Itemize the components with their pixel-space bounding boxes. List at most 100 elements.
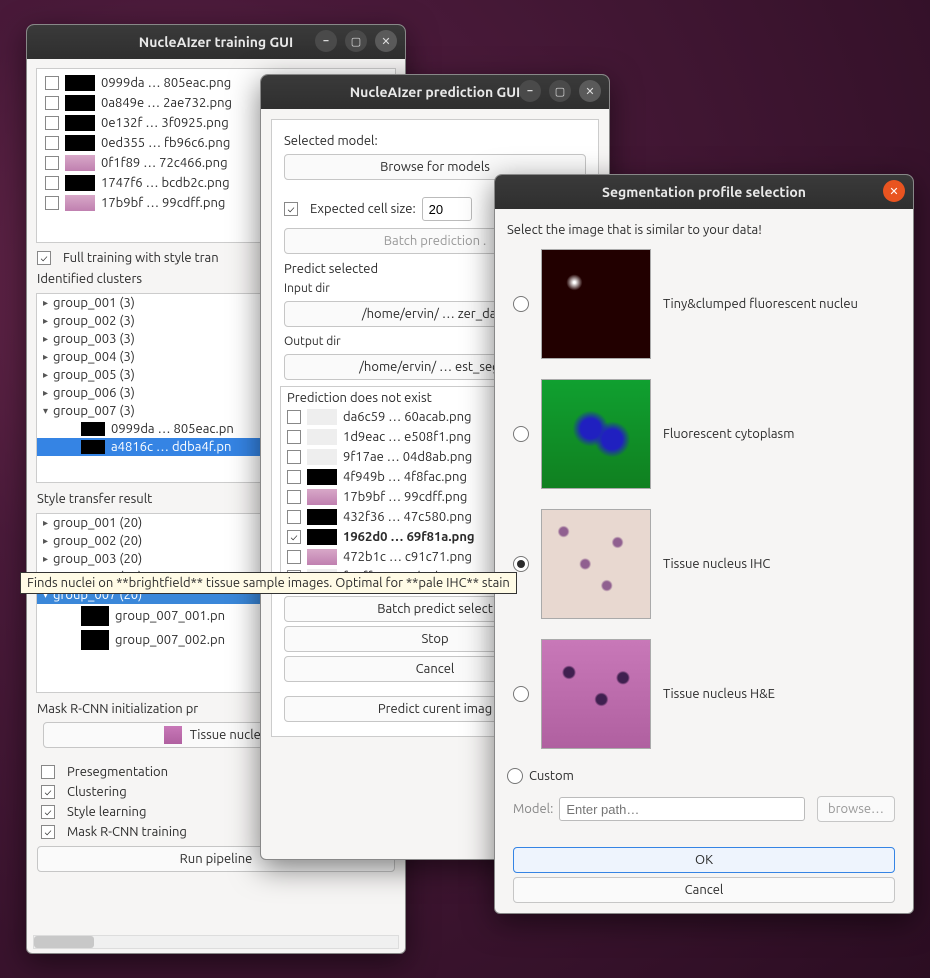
browse-model-button[interactable]: browse… bbox=[817, 796, 895, 822]
file-name: 0999da … 805eac.png bbox=[101, 76, 231, 90]
file-checkbox[interactable] bbox=[287, 530, 301, 544]
caret-icon[interactable]: ▸ bbox=[43, 535, 53, 547]
close-button[interactable]: ✕ bbox=[375, 30, 397, 52]
style-group-label: group_001 (20) bbox=[53, 516, 142, 530]
caret-icon[interactable]: ▾ bbox=[43, 405, 53, 417]
cluster-label: group_005 (3) bbox=[53, 368, 135, 382]
profile-label: Tissue nucleus IHC bbox=[663, 557, 770, 571]
profile-option-row[interactable]: Fluorescent cytoplasm bbox=[507, 375, 901, 505]
profile-label: Fluorescent cytoplasm bbox=[663, 427, 794, 441]
caret-icon[interactable]: ▸ bbox=[43, 297, 53, 309]
cluster-label: group_001 (3) bbox=[53, 296, 135, 310]
style-group-label: group_003 (20) bbox=[53, 552, 142, 566]
file-checkbox[interactable] bbox=[287, 490, 301, 504]
profile-label: Tiny&clumped fluorescent nucleu bbox=[663, 297, 858, 311]
profile-window: Segmentation profile selection ✕ Select … bbox=[494, 174, 914, 914]
option-label: Presegmentation bbox=[67, 765, 168, 779]
file-thumbnail bbox=[65, 155, 95, 171]
file-thumbnail bbox=[307, 409, 337, 425]
caret-icon[interactable]: ▸ bbox=[43, 553, 53, 565]
training-title: NucleAIzer training GUI bbox=[139, 34, 293, 50]
expected-cellsize-label: Expected cell size: bbox=[310, 202, 416, 216]
file-name: 17b9bf … 99cdff.png bbox=[343, 490, 467, 504]
option-checkbox[interactable] bbox=[41, 825, 55, 839]
file-checkbox[interactable] bbox=[287, 550, 301, 564]
file-name: 0ed355 … fb96c6.png bbox=[101, 136, 230, 150]
file-checkbox[interactable] bbox=[45, 156, 59, 170]
profile-thumbnail bbox=[541, 249, 651, 359]
close-button[interactable]: ✕ bbox=[579, 80, 601, 102]
full-training-checkbox[interactable] bbox=[37, 251, 51, 265]
file-name: 4f949b … 4f8fac.png bbox=[343, 470, 467, 484]
caret-icon[interactable]: ▸ bbox=[43, 315, 53, 327]
file-checkbox[interactable] bbox=[287, 410, 301, 424]
file-checkbox[interactable] bbox=[287, 470, 301, 484]
custom-label: Custom bbox=[529, 769, 574, 783]
maximize-button[interactable]: ▢ bbox=[549, 80, 571, 102]
prediction-title: NucleAIzer prediction GUI bbox=[350, 84, 521, 100]
file-checkbox[interactable] bbox=[287, 450, 301, 464]
file-thumbnail bbox=[65, 75, 95, 91]
caret-icon[interactable]: ▸ bbox=[43, 351, 53, 363]
cancel-button[interactable]: Cancel bbox=[513, 877, 895, 903]
option-checkbox[interactable] bbox=[41, 765, 55, 779]
file-checkbox[interactable] bbox=[45, 196, 59, 210]
training-titlebar[interactable]: NucleAIzer training GUI − ▢ ✕ bbox=[27, 25, 405, 59]
profile-titlebar[interactable]: Segmentation profile selection ✕ bbox=[495, 175, 913, 209]
profile-label: Tissue nucleus H&E bbox=[663, 687, 775, 701]
file-checkbox[interactable] bbox=[287, 510, 301, 524]
option-checkbox[interactable] bbox=[41, 805, 55, 819]
file-thumbnail bbox=[307, 429, 337, 445]
profile-thumbnail bbox=[541, 509, 651, 619]
caret-icon[interactable]: ▸ bbox=[43, 369, 53, 381]
profile-radio[interactable] bbox=[513, 686, 529, 702]
profile-radio[interactable] bbox=[513, 556, 529, 572]
profile-prompt: Select the image that is similar to your… bbox=[507, 219, 901, 245]
expected-cellsize-checkbox[interactable] bbox=[284, 202, 298, 216]
file-checkbox[interactable] bbox=[45, 136, 59, 150]
file-name: 0f1f89 … 72c466.png bbox=[101, 156, 228, 170]
option-checkbox[interactable] bbox=[41, 785, 55, 799]
profile-radio[interactable] bbox=[513, 426, 529, 442]
file-checkbox[interactable] bbox=[45, 96, 59, 110]
model-path-input[interactable] bbox=[559, 797, 805, 821]
file-thumbnail bbox=[307, 469, 337, 485]
minimize-button[interactable]: − bbox=[315, 30, 337, 52]
horizontal-scrollbar[interactable] bbox=[33, 935, 399, 949]
maximize-button[interactable]: ▢ bbox=[345, 30, 367, 52]
file-thumbnail bbox=[65, 175, 95, 191]
caret-icon[interactable]: ▸ bbox=[43, 517, 53, 529]
custom-radio[interactable] bbox=[507, 768, 523, 784]
file-checkbox[interactable] bbox=[45, 176, 59, 190]
file-name: 9f17ae … 04d8ab.png bbox=[343, 450, 472, 464]
close-button[interactable]: ✕ bbox=[883, 180, 905, 202]
file-checkbox[interactable] bbox=[45, 116, 59, 130]
option-label: Style learning bbox=[67, 805, 146, 819]
caret-icon[interactable]: ▸ bbox=[43, 333, 53, 345]
expected-cellsize-input[interactable] bbox=[422, 197, 472, 221]
file-name: 1747f6 … bcdb2c.png bbox=[101, 176, 230, 190]
ok-button[interactable]: OK bbox=[513, 847, 895, 873]
profile-radio[interactable] bbox=[513, 296, 529, 312]
file-thumbnail bbox=[81, 606, 109, 626]
profile-option-row[interactable]: Tiny&clumped fluorescent nucleu bbox=[507, 245, 901, 375]
file-name: a4816c … ddba4f.pn bbox=[111, 440, 231, 454]
file-thumbnail bbox=[81, 440, 105, 454]
file-name: 1962d0 … 69f81a.png bbox=[343, 530, 475, 544]
file-name: group_007_001.pn bbox=[115, 609, 225, 623]
file-checkbox[interactable] bbox=[287, 430, 301, 444]
option-label: Clustering bbox=[67, 785, 127, 799]
file-name: da6c59 … 60acab.png bbox=[343, 410, 472, 424]
file-thumbnail bbox=[81, 630, 109, 650]
caret-icon[interactable]: ▸ bbox=[43, 387, 53, 399]
file-thumbnail bbox=[65, 115, 95, 131]
tooltip: Finds nuclei on **brightfield** tissue s… bbox=[20, 572, 517, 594]
selected-model-label: Selected model: bbox=[278, 130, 592, 150]
profile-option-row[interactable]: Tissue nucleus IHC bbox=[507, 505, 901, 635]
prediction-titlebar[interactable]: NucleAIzer prediction GUI − ▢ ✕ bbox=[261, 75, 609, 109]
minimize-button[interactable]: − bbox=[519, 80, 541, 102]
file-checkbox[interactable] bbox=[45, 76, 59, 90]
scrollbar-handle[interactable] bbox=[34, 936, 94, 948]
profile-option-row[interactable]: Tissue nucleus H&E bbox=[507, 635, 901, 765]
file-thumbnail bbox=[307, 549, 337, 565]
